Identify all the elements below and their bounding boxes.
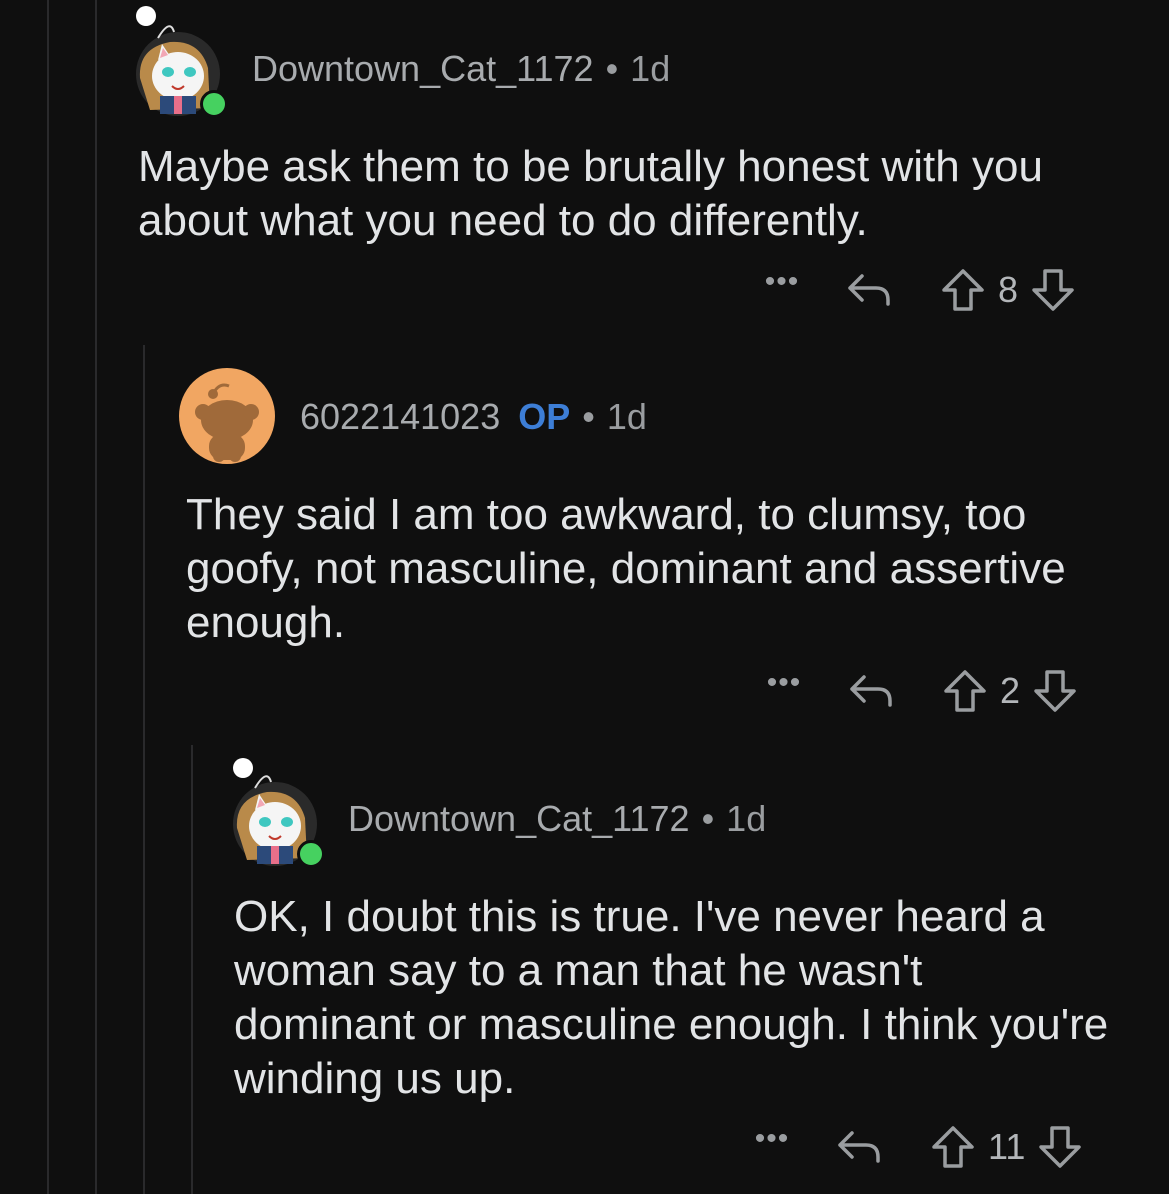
vote-count: 11	[988, 1126, 1026, 1167]
more-options-button[interactable]: •••	[742, 1124, 802, 1154]
comment: Downtown_Cat_1172 • 1d OK, I doubt this is…	[0, 750, 1169, 1194]
reply-icon[interactable]	[836, 1127, 882, 1167]
default-snoo-avatar-icon[interactable]	[179, 368, 275, 464]
vote-count: 2	[1000, 670, 1021, 711]
comment-meta: 6022141023 OP • 1d	[300, 396, 647, 438]
comment-age: 1d	[630, 48, 671, 89]
comment-body: Maybe ask them to be brutally honest wit…	[138, 142, 1043, 245]
upvote-icon[interactable]	[940, 267, 986, 313]
author-name[interactable]: Downtown_Cat_1172	[348, 798, 690, 839]
more-options-button[interactable]: •••	[754, 668, 814, 698]
separator: •	[605, 48, 619, 89]
reply-icon[interactable]	[846, 270, 892, 310]
author-name[interactable]: 6022141023	[300, 396, 500, 437]
more-options-button[interactable]: •••	[752, 267, 812, 297]
antenna-icon	[233, 758, 253, 778]
comment-meta: Downtown_Cat_1172 • 1d	[348, 798, 766, 840]
separator: •	[582, 396, 595, 437]
downvote-icon[interactable]	[1030, 267, 1076, 313]
comment-actions: ••• 8	[752, 265, 1076, 315]
upvote-icon[interactable]	[942, 668, 988, 714]
downvote-icon[interactable]	[1037, 1124, 1083, 1170]
downvote-icon[interactable]	[1032, 668, 1078, 714]
comment-actions: ••• 2	[754, 666, 1078, 716]
comment-actions: ••• 11	[742, 1122, 1083, 1172]
op-badge: OP	[518, 396, 571, 437]
vote-count: 8	[998, 269, 1019, 310]
separator: •	[701, 798, 715, 839]
author-name[interactable]: Downtown_Cat_1172	[252, 48, 594, 89]
online-status-icon	[200, 90, 228, 118]
comment-meta: Downtown_Cat_1172 • 1d	[252, 48, 670, 90]
comment-age: 1d	[726, 798, 767, 839]
comment-body: They said I am too awkward, to clumsy, t…	[186, 490, 1066, 647]
comment: 6022141023 OP • 1d They said I am too awkw…	[0, 360, 1169, 730]
antenna-icon	[136, 6, 156, 26]
reply-icon[interactable]	[848, 671, 894, 711]
comment-body: OK, I doubt this is true. I've never hea…	[234, 892, 1109, 1103]
online-status-icon	[297, 840, 325, 868]
comment-age: 1d	[606, 396, 647, 437]
comment: Downtown_Cat_1172 • 1d Maybe ask them to b…	[0, 0, 1169, 330]
upvote-icon[interactable]	[930, 1124, 976, 1170]
